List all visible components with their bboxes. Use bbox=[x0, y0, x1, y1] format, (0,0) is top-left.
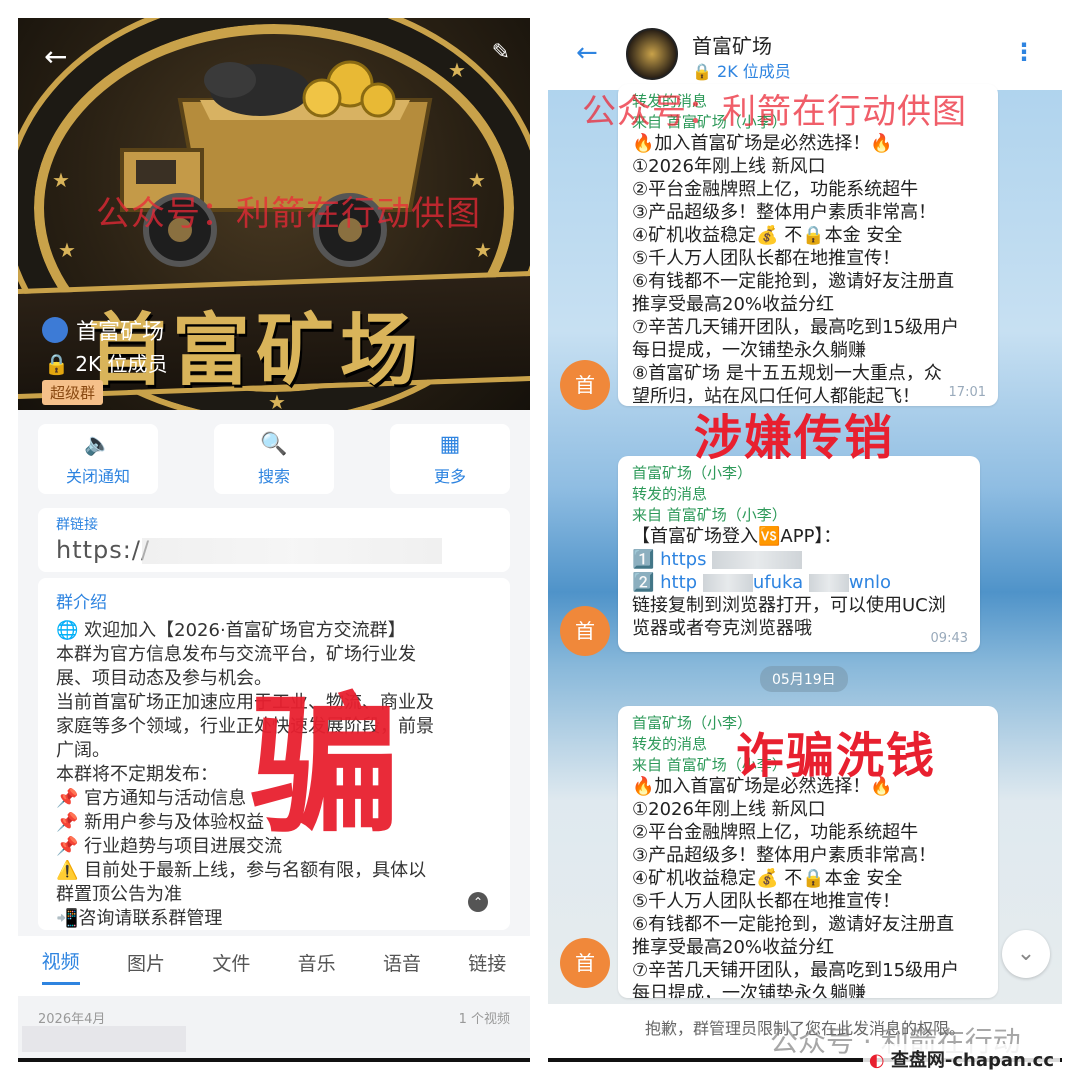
group-info-screen: ★ ★ ★ ★ ★ ★ 首富矿场 ← ✎ 首富矿场 🔒 2K 位成员 超级群 公… bbox=[18, 18, 530, 1062]
group-logo[interactable] bbox=[626, 28, 678, 80]
star-icon: ★ bbox=[58, 238, 76, 262]
site-logo-icon: ◐ bbox=[868, 1050, 885, 1071]
intro-title: 群介绍 bbox=[56, 593, 107, 613]
chat-header: ← 首富矿场 🔒 2K 位成员 ⋮ bbox=[548, 18, 1062, 90]
message-time: 09:43 bbox=[930, 631, 968, 646]
group-link-title: 群链接 bbox=[56, 517, 98, 533]
super-group-badge: 超级群 bbox=[42, 380, 104, 405]
sender-avatar[interactable]: 首 bbox=[560, 606, 610, 656]
redacted-link bbox=[142, 538, 442, 564]
section-count: 1 个视频 bbox=[458, 1012, 510, 1027]
chat-title[interactable]: 首富矿场 bbox=[692, 30, 772, 59]
app-link-2[interactable]: 2️⃣ http ufuka wnlo bbox=[632, 571, 966, 594]
site-logo: ◐ 查盘网-chapan.cc bbox=[862, 1044, 1060, 1074]
media-section-header: 2026年4月 1 个视频 bbox=[18, 996, 530, 1052]
tab-voice[interactable]: 语音 bbox=[383, 949, 421, 984]
group-link-card[interactable]: 群链接 https:// bbox=[38, 508, 510, 572]
fraud-stamp: 骗 bbox=[250, 680, 401, 854]
date-separator: 05月19日 bbox=[760, 666, 848, 692]
watermark-text: 公众号：利箭在行动供图 bbox=[582, 92, 967, 132]
sender-avatar[interactable]: 首 bbox=[560, 360, 610, 410]
sender-avatar[interactable]: 首 bbox=[560, 938, 610, 988]
star-icon: ★ bbox=[448, 58, 466, 82]
section-date: 2026年4月 bbox=[38, 1012, 106, 1027]
tab-music[interactable]: 音乐 bbox=[298, 949, 336, 984]
tab-links[interactable]: 链接 bbox=[468, 949, 506, 984]
edit-pencil-icon[interactable]: ✎ bbox=[492, 40, 510, 65]
tab-images[interactable]: 图片 bbox=[127, 949, 165, 984]
collapse-icon[interactable]: ⌃ bbox=[468, 892, 488, 912]
tab-files[interactable]: 文件 bbox=[212, 949, 250, 984]
intro-line: 群置顶公告为准 bbox=[56, 884, 182, 905]
tab-video[interactable]: 视频 bbox=[41, 947, 80, 985]
more-button[interactable]: ▦ 更多 bbox=[390, 424, 510, 494]
mlm-stamp: 涉嫌传销 bbox=[694, 410, 895, 466]
back-arrow-icon[interactable]: ← bbox=[576, 38, 598, 68]
video-thumbnail[interactable] bbox=[22, 1026, 186, 1052]
mining-truck-illustration bbox=[120, 60, 433, 267]
scroll-down-icon[interactable]: ⌄ bbox=[1002, 930, 1050, 978]
media-tabs: 视频 图片 文件 音乐 语音 链接 bbox=[18, 936, 530, 996]
laundering-stamp: 诈骗洗钱 bbox=[736, 728, 937, 784]
message-bubble[interactable]: 首富矿场（小李） 转发的消息 来自 首富矿场（小李） 【首富矿场登入🆚APP】：… bbox=[618, 456, 980, 652]
search-button[interactable]: 🔍 搜索 bbox=[214, 424, 334, 494]
mute-notifications-button[interactable]: 🔈 关闭通知 bbox=[38, 424, 158, 494]
intro-line: 本群为官方信息发布与交流平台，矿场行业发 bbox=[56, 644, 416, 665]
intro-line: 🌐 欢迎加入【2026·首富矿场官方交流群】 bbox=[56, 620, 406, 641]
intro-line: ⚠️ 目前处于最新上线，参与名额有限，具体以 bbox=[56, 860, 427, 881]
action-row: 🔈 关闭通知 🔍 搜索 ▦ 更多 bbox=[38, 424, 510, 502]
speaker-icon: 🔈 bbox=[84, 431, 112, 457]
composite-screenshot: ★ ★ ★ ★ ★ ★ 首富矿场 ← ✎ 首富矿场 🔒 2K 位成员 超级群 公… bbox=[0, 0, 1080, 1080]
star-icon: ★ bbox=[52, 168, 70, 192]
watermark-text: 公众号：利箭在行动供图 bbox=[96, 194, 481, 234]
chat-screen: ← 首富矿场 🔒 2K 位成员 ⋮ 转发的消息 来自 首富矿场（小李） 🔥加入首… bbox=[548, 18, 1062, 1062]
more-vertical-icon[interactable]: ⋮ bbox=[1012, 38, 1036, 66]
message-time: 17:01 bbox=[948, 385, 986, 400]
app-link-1[interactable]: 1️⃣ https bbox=[632, 548, 966, 571]
group-name: 首富矿场 bbox=[42, 314, 164, 346]
group-avatar-icon bbox=[42, 317, 68, 343]
search-doc-icon: 🔍 bbox=[260, 431, 288, 457]
back-arrow-icon[interactable]: ← bbox=[44, 40, 67, 73]
chat-member-count: 🔒 2K 位成员 bbox=[692, 62, 791, 81]
intro-line: 📲咨询请联系群管理 bbox=[56, 908, 223, 929]
member-count: 🔒 2K 位成员 bbox=[44, 352, 168, 376]
nav-bar-edge bbox=[18, 1058, 530, 1062]
grid-icon: ▦ bbox=[439, 431, 461, 457]
star-icon: ★ bbox=[474, 238, 492, 262]
